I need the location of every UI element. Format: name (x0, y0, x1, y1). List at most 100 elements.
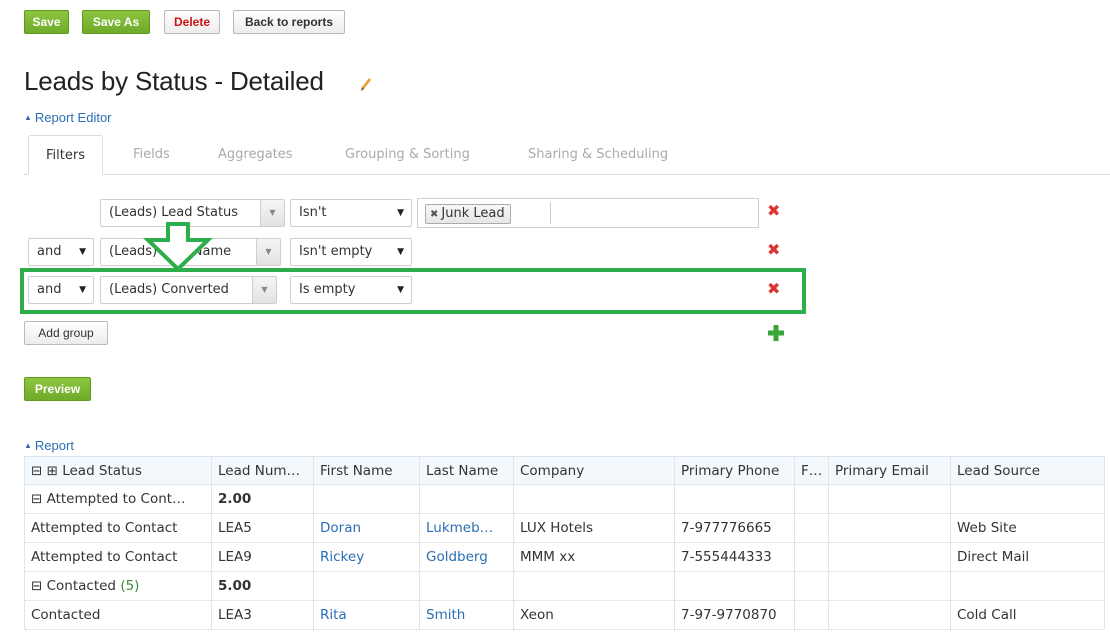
phone-cell: 7-555444333 (674, 542, 795, 572)
group-label[interactable]: ⊟ Attempted to Cont… (24, 484, 212, 514)
page-title: Leads by Status - Detailed (24, 66, 324, 96)
email-cell (828, 542, 951, 572)
last-name-link[interactable]: Lukmeb… (419, 513, 514, 543)
delete-filter-icon[interactable]: ✖ (767, 201, 780, 220)
table-cell (419, 571, 514, 601)
lead-source-cell: Web Site (950, 513, 1105, 543)
tab-filters[interactable]: Filters (28, 135, 103, 175)
first-name-link[interactable]: Rita (313, 600, 420, 630)
first-name-link[interactable]: Rickey (313, 542, 420, 572)
dropdown-arrow-icon: ▼ (260, 200, 284, 226)
table-header-row: ⊟ ⊞ Lead Status Lead Num… First Name Las… (24, 456, 1105, 485)
column-header-first-name[interactable]: First Name (313, 456, 420, 485)
table-cell (950, 571, 1105, 601)
connector-value: and (37, 282, 62, 297)
group-row: ⊟ Contacted (5) 5.00 (24, 571, 1105, 601)
table-cell (513, 571, 675, 601)
save-as-button[interactable]: Save As (82, 10, 150, 34)
column-header-company[interactable]: Company (513, 456, 675, 485)
table-cell (513, 484, 675, 514)
filter-field-select[interactable]: (Leads) First Name ▼ (100, 238, 281, 266)
column-header-primary-phone[interactable]: Primary Phone (674, 456, 795, 485)
dropdown-arrow-icon: ▼ (252, 277, 276, 303)
column-header-f[interactable]: F… (794, 456, 829, 485)
tab-aggregates[interactable]: Aggregates (218, 135, 293, 175)
table-cell (419, 484, 514, 514)
filter-operator-select[interactable]: Is empty ▼ (290, 276, 412, 304)
last-name-link[interactable]: Smith (419, 600, 514, 630)
lead-number-cell: LEA5 (211, 513, 314, 543)
filter-operator-select[interactable]: Isn't empty ▼ (290, 238, 412, 266)
filter-field-value: (Leads) Lead Status (109, 205, 239, 220)
add-group-button[interactable]: Add group (24, 321, 108, 345)
table-cell (313, 484, 420, 514)
plus-icon[interactable] (767, 324, 785, 342)
table-cell (674, 571, 795, 601)
delete-filter-icon[interactable]: ✖ (767, 279, 780, 298)
filter-operator-value: Isn't (299, 205, 327, 220)
lead-source-cell: Direct Mail (950, 542, 1105, 572)
filter-connector-select[interactable]: and ▼ (28, 238, 94, 266)
filter-field-select[interactable]: (Leads) Lead Status ▼ (100, 199, 285, 227)
report-editor-toggle[interactable]: ▲ Report Editor (24, 110, 112, 125)
report-editor-label: Report Editor (34, 110, 112, 125)
save-button[interactable]: Save (24, 10, 69, 34)
column-header-last-name[interactable]: Last Name (419, 456, 514, 485)
lead-number-cell: LEA9 (211, 542, 314, 572)
table-cell (794, 513, 829, 543)
column-header-primary-email[interactable]: Primary Email (828, 456, 951, 485)
delete-filter-icon[interactable]: ✖ (767, 240, 780, 259)
table-cell (794, 571, 829, 601)
filter-field-select[interactable]: (Leads) Converted ▼ (100, 276, 277, 304)
remove-chip-icon[interactable]: ✖ (430, 209, 438, 220)
lead-status-cell: Contacted (24, 600, 212, 630)
column-header-lead-source[interactable]: Lead Source (950, 456, 1105, 485)
lead-status-cell: Attempted to Contact (24, 513, 212, 543)
group-row: ⊟ Attempted to Cont… 2.00 (24, 484, 1105, 514)
company-cell: MMM xx (513, 542, 675, 572)
table-row: Contacted LEA3 Rita Smith Xeon 7-97-9770… (24, 600, 1105, 630)
filter-operator-select[interactable]: Isn't ▼ (290, 199, 412, 227)
table-cell (828, 571, 951, 601)
column-header-lead-number[interactable]: Lead Num… (211, 456, 314, 485)
table-cell (674, 484, 795, 514)
report-toggle[interactable]: ▲ Report (24, 438, 74, 453)
chip-label: Junk Lead (441, 206, 505, 221)
table-row: Attempted to Contact LEA5 Doran Lukmeb… … (24, 513, 1105, 543)
tab-sharing-scheduling[interactable]: Sharing & Scheduling (528, 135, 668, 175)
table-cell (794, 542, 829, 572)
group-label[interactable]: ⊟ Contacted (5) (24, 571, 212, 601)
report-label: Report (34, 438, 74, 453)
phone-cell: 7-977776665 (674, 513, 795, 543)
table-cell (794, 484, 829, 514)
group-label-text: ⊟ Contacted (31, 578, 117, 594)
chevron-down-icon: ▼ (79, 247, 86, 257)
group-count: (5) (120, 578, 140, 594)
tab-grouping-sorting[interactable]: Grouping & Sorting (345, 135, 470, 175)
table-cell (828, 484, 951, 514)
company-cell: LUX Hotels (513, 513, 675, 543)
filter-operator-value: Isn't empty (299, 244, 373, 259)
preview-button[interactable]: Preview (24, 377, 91, 401)
chevron-down-icon: ▼ (397, 247, 404, 257)
first-name-link[interactable]: Doran (313, 513, 420, 543)
column-header-lead-status[interactable]: ⊟ ⊞ Lead Status (24, 456, 212, 485)
phone-cell: 7-97-9770870 (674, 600, 795, 630)
filter-connector-select[interactable]: and ▼ (28, 276, 94, 304)
chevron-down-icon: ▼ (397, 285, 404, 295)
last-name-link[interactable]: Goldberg (419, 542, 514, 572)
tab-fields[interactable]: Fields (133, 135, 170, 175)
collapse-triangle-icon: ▲ (24, 441, 32, 450)
pencil-icon[interactable] (359, 72, 371, 94)
filter-value-multiselect[interactable]: ✖ Junk Lead (417, 198, 759, 228)
back-to-reports-button[interactable]: Back to reports (233, 10, 345, 34)
lead-number-cell: LEA3 (211, 600, 314, 630)
filter-field-value: (Leads) First Name (109, 244, 232, 259)
table-cell (794, 600, 829, 630)
delete-button[interactable]: Delete (164, 10, 220, 34)
chevron-down-icon: ▼ (397, 208, 404, 218)
report-table: ⊟ ⊞ Lead Status Lead Num… First Name Las… (24, 456, 1105, 630)
group-value: 2.00 (211, 484, 314, 514)
connector-value: and (37, 244, 62, 259)
value-chip: ✖ Junk Lead (425, 204, 511, 224)
